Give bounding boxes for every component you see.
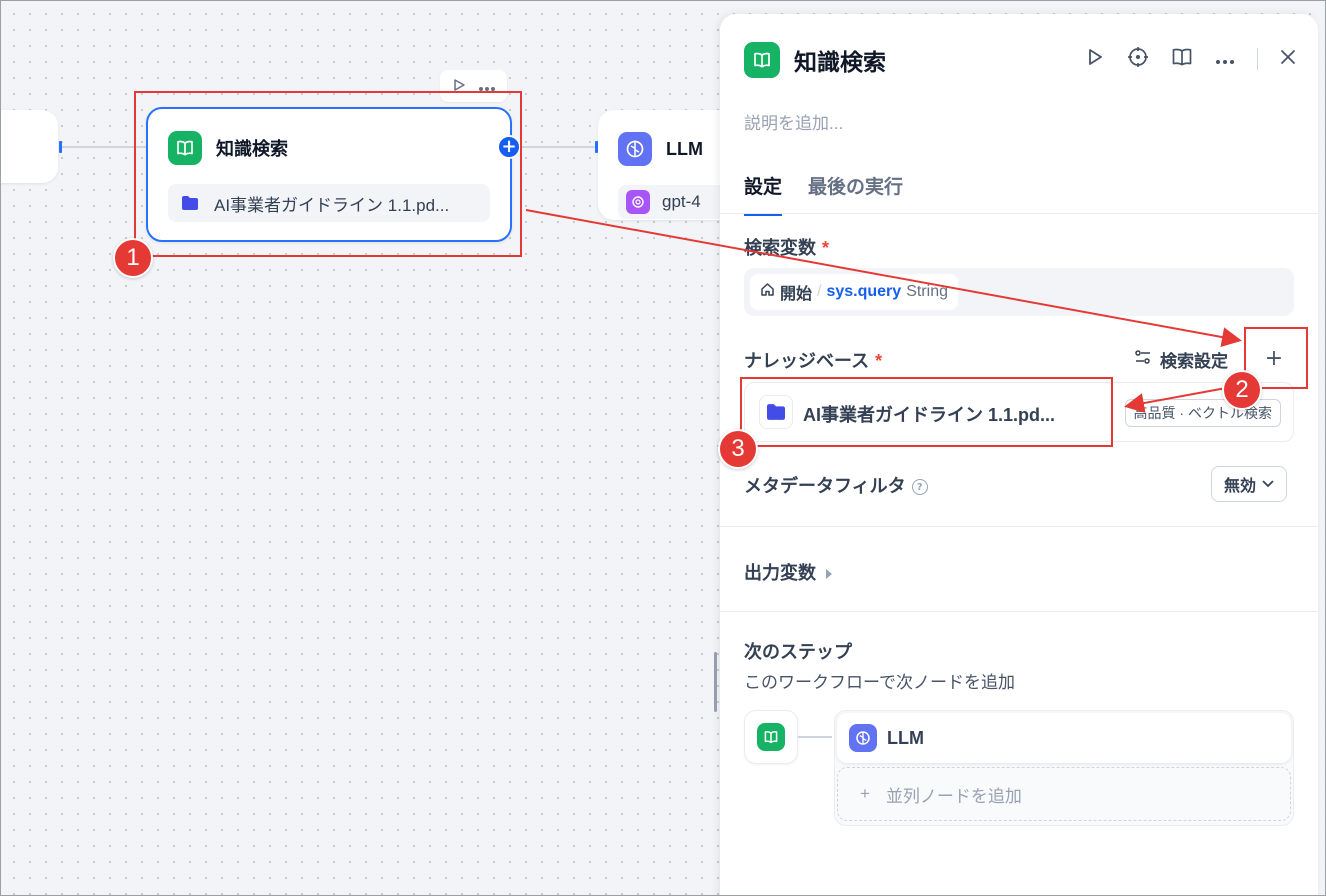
home-icon <box>760 282 775 302</box>
knowledge-base-name: AI事業者ガイドライン 1.1.pd... <box>803 405 1056 425</box>
knowledge-retrieval-node[interactable]: 知識検索 AI事業者ガイドライン 1.1.pd... <box>146 107 512 242</box>
description-input[interactable]: 説明を追加... <box>744 109 843 134</box>
section-divider <box>720 611 1318 612</box>
node-title: LLM <box>666 138 703 159</box>
retrieval-settings-button[interactable]: 検索設定 <box>1134 347 1228 372</box>
book-open-icon <box>1172 48 1192 66</box>
edge-knowledge-to-llm <box>521 146 598 148</box>
query-variable-label: 検索変数 * <box>744 234 829 260</box>
help-docs-button[interactable] <box>1171 46 1193 72</box>
current-node-badge <box>744 710 798 764</box>
plus-icon: + <box>860 784 870 803</box>
brain-icon <box>618 132 652 166</box>
start-node[interactable] <box>0 110 58 183</box>
section-divider <box>720 526 1318 527</box>
node-model-name: gpt-4 <box>662 192 701 211</box>
close-panel-button[interactable] <box>1280 49 1296 69</box>
locate-node-button[interactable] <box>1127 46 1149 72</box>
node-settings-panel: 知識検索 説明を追加... 設定 最後の実行 検索変数 * 開始 / sys.q… <box>720 14 1318 896</box>
panel-actions <box>1085 46 1296 72</box>
variable-separator: / <box>817 283 822 300</box>
book-icon <box>744 42 780 78</box>
variable-name: sys.query <box>826 283 902 300</box>
next-node-title: LLM <box>887 727 924 748</box>
edge-start-to-knowledge <box>62 146 146 148</box>
book-icon <box>757 723 785 751</box>
next-step-connector <box>798 736 832 738</box>
retrieval-settings-label: 検索設定 <box>1160 352 1228 371</box>
knowledge-base-label: ナレッジベース * <box>744 347 882 373</box>
brain-icon <box>849 724 877 752</box>
play-icon[interactable] <box>452 77 466 96</box>
annotation-marker-1: 1 <box>113 238 153 278</box>
variable-source: 開始 <box>780 286 813 303</box>
chevron-down-icon <box>1262 475 1274 493</box>
add-next-node-handle[interactable]: + <box>497 135 521 159</box>
add-parallel-node-label: 並列ノードを追加 <box>885 786 1022 806</box>
actions-divider <box>1257 48 1258 70</box>
run-node-button[interactable] <box>1085 47 1105 71</box>
required-mark: * <box>875 351 883 371</box>
panel-title[interactable]: 知識検索 <box>794 43 886 77</box>
metadata-filter-select[interactable]: 無効 <box>1211 466 1288 502</box>
close-icon <box>1281 50 1295 64</box>
panel-resize-handle[interactable] <box>714 652 717 712</box>
next-step-description: このワークフローで次ノードを追加 <box>744 673 1015 692</box>
variable-reference-pill[interactable]: 開始 / sys.query String <box>750 274 958 310</box>
add-knowledge-button[interactable]: + <box>1260 344 1288 372</box>
node-title: 知識検索 <box>216 139 288 159</box>
node-kb-name: AI事業者ガイドライン 1.1.pd... <box>214 195 450 215</box>
query-variable-label-text: 検索変数 <box>744 238 816 258</box>
annotation-marker-2: 2 <box>1222 370 1262 410</box>
more-icon[interactable] <box>478 77 496 96</box>
crosshair-icon <box>1128 47 1148 67</box>
node-mini-toolbar <box>440 70 507 102</box>
panel-tabs: 設定 最後の実行 <box>744 172 903 216</box>
query-variable-field[interactable]: 開始 / sys.query String <box>744 268 1294 316</box>
knowledge-base-label-text: ナレッジベース <box>744 351 870 371</box>
help-circle-icon[interactable]: ? <box>911 479 928 496</box>
more-options-button[interactable] <box>1215 50 1235 69</box>
sliders-icon <box>1134 349 1152 370</box>
next-nodes-container: LLM + 並列ノードを追加 <box>834 710 1294 826</box>
metadata-filter-label-text: メタデータフィルタ <box>744 476 906 496</box>
required-mark: * <box>822 238 830 258</box>
output-variables-toggle[interactable]: 出力変数 <box>744 559 832 585</box>
knowledge-base-item[interactable]: AI事業者ガイドライン 1.1.pd... 高品質 · ベクトル検索 <box>744 382 1294 442</box>
tab-last-run[interactable]: 最後の実行 <box>808 172 903 216</box>
node-header: 知識検索 <box>168 131 288 165</box>
caret-right-icon <box>826 569 832 580</box>
folder-icon <box>178 191 202 215</box>
play-icon <box>1089 49 1102 65</box>
next-step-label: 次のステップ <box>744 642 852 662</box>
panel-header: 知識検索 <box>744 42 886 78</box>
metadata-filter-label: メタデータフィルタ? <box>744 472 928 498</box>
metadata-filter-value: 無効 <box>1224 478 1257 495</box>
openai-icon <box>626 190 650 214</box>
variable-type: String <box>906 283 948 300</box>
more-icon <box>1216 59 1234 64</box>
node-kb-chip: AI事業者ガイドライン 1.1.pd... <box>168 184 490 222</box>
tab-settings[interactable]: 設定 <box>744 172 783 216</box>
book-icon <box>168 131 202 165</box>
output-variables-label: 出力変数 <box>744 563 816 583</box>
annotation-marker-3: 3 <box>718 429 758 469</box>
folder-icon <box>759 395 793 429</box>
next-node-llm[interactable]: LLM <box>837 713 1291 763</box>
tabs-divider <box>720 213 1318 214</box>
retrieval-mode-badge: 高品質 · ベクトル検索 <box>1124 399 1281 427</box>
add-parallel-node-button[interactable]: + 並列ノードを追加 <box>837 767 1291 821</box>
node-header: LLM <box>618 132 703 166</box>
